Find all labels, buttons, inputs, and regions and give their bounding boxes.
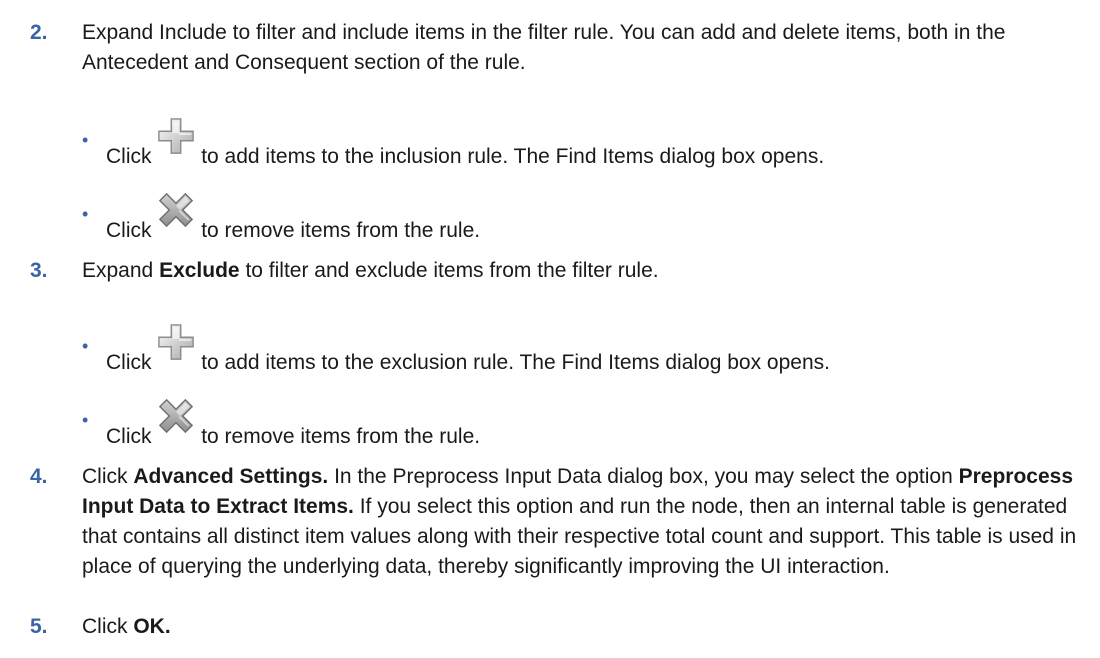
remove-x-icon xyxy=(157,397,195,444)
plus-icon xyxy=(157,323,195,370)
step-text: Click Advanced Settings. In the Preproce… xyxy=(82,465,1077,578)
bullet-marker: • xyxy=(82,204,89,224)
bullet-text: Click xyxy=(106,145,152,168)
step-number: 3. xyxy=(30,259,48,282)
bullet-text: to remove items from the rule. xyxy=(201,425,481,448)
bullet-text: Click xyxy=(106,351,152,374)
step-text: Click OK. xyxy=(82,615,171,638)
bullet-text: to add items to the inclusion rule. The … xyxy=(201,145,825,168)
bullet-marker: • xyxy=(82,336,89,356)
bullet-text: to remove items from the rule. xyxy=(201,219,481,242)
remove-x-icon xyxy=(157,191,195,238)
step-5: 5. Click OK. xyxy=(30,612,1095,642)
step-2: 2. Expand Include to filter and include … xyxy=(30,18,1095,78)
step-text: Expand Exclude to filter and exclude ite… xyxy=(82,259,659,282)
plus-icon xyxy=(157,117,195,164)
step-text: Expand Include to filter and include ite… xyxy=(82,21,1006,74)
step-3: 3. Expand Exclude to filter and exclude … xyxy=(30,256,1095,286)
step-4: 4. Click Advanced Settings. In the Prepr… xyxy=(30,462,1095,582)
bullet-text: Click xyxy=(106,425,152,448)
step-number: 5. xyxy=(30,615,48,638)
bullet-text: Click xyxy=(106,219,152,242)
bullet-marker: • xyxy=(82,410,89,430)
step-number: 2. xyxy=(30,21,48,44)
bullet-text: to add items to the exclusion rule. The … xyxy=(201,351,830,374)
step-number: 4. xyxy=(30,465,48,488)
document-page: 2. Expand Include to filter and include … xyxy=(0,0,1100,658)
bullet-marker: • xyxy=(82,130,89,150)
